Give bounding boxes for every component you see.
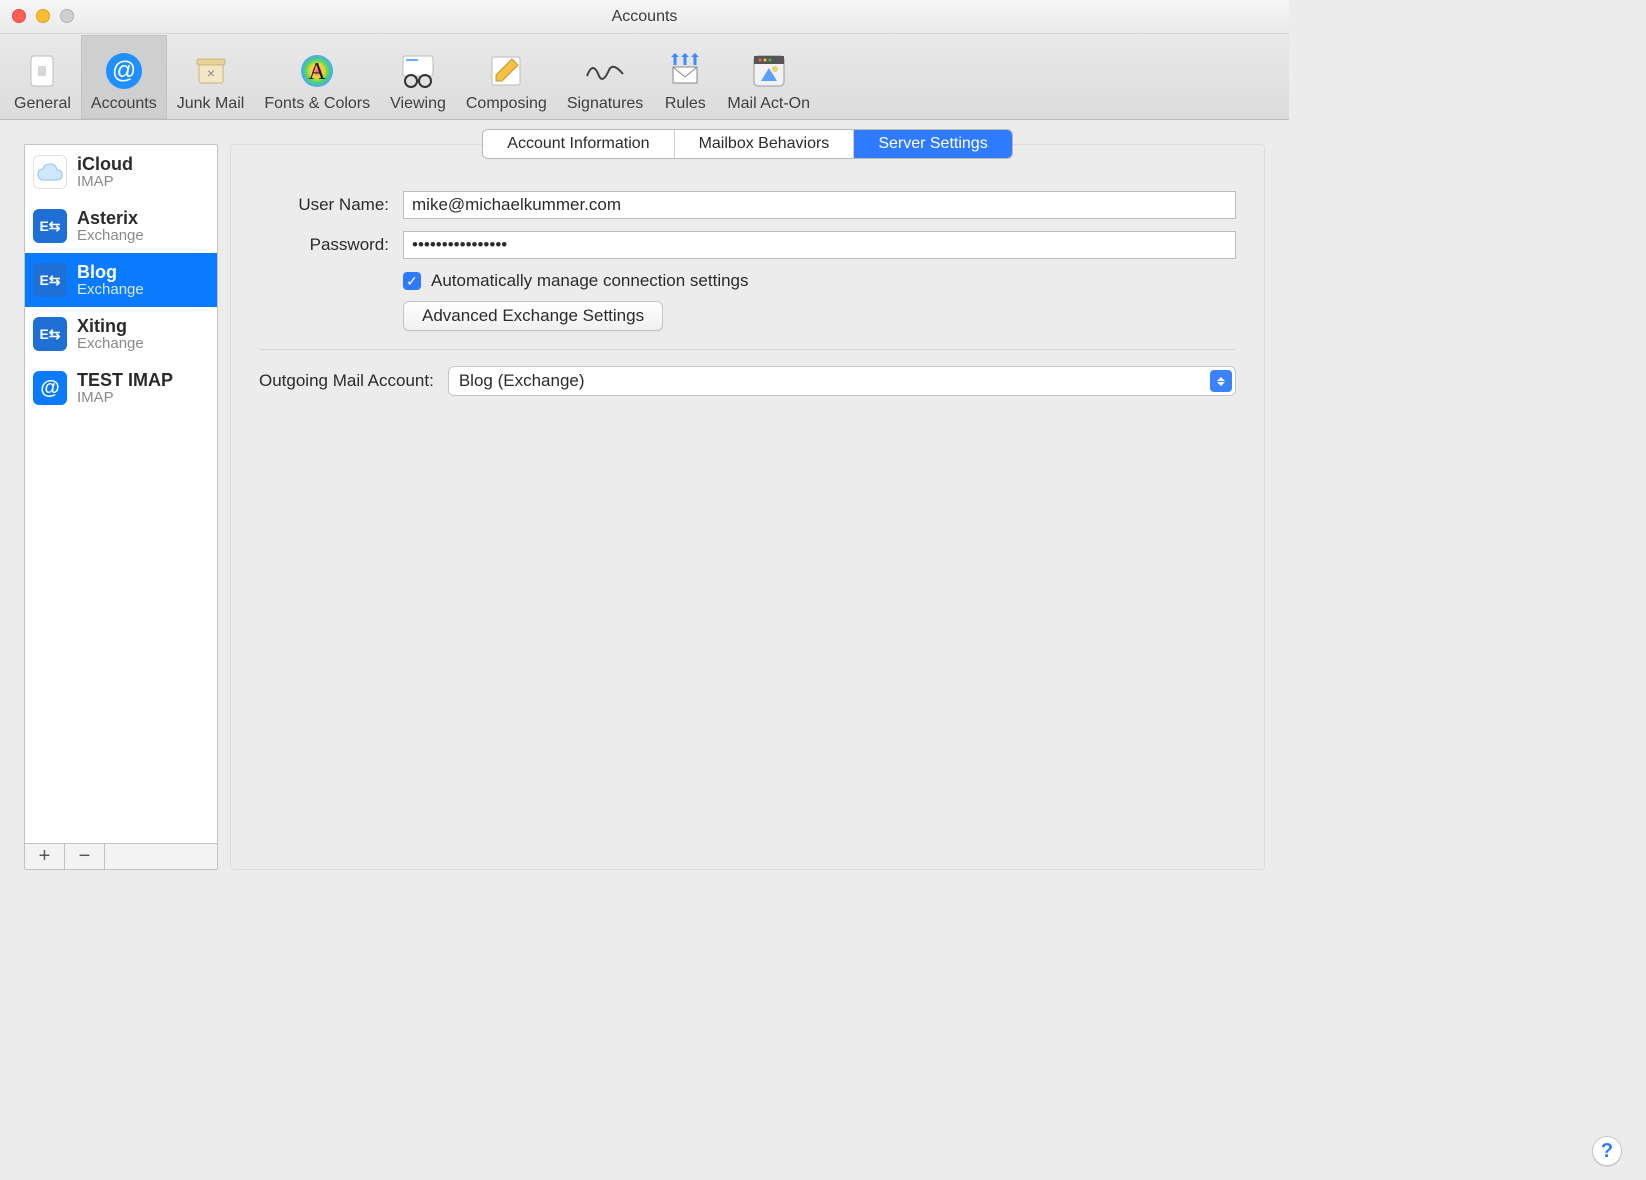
tab-mailbox-behaviors[interactable]: Mailbox Behaviors (675, 130, 855, 158)
password-label: Password: (259, 235, 403, 255)
account-row-asterix[interactable]: E⇆ Asterix Exchange (25, 199, 217, 253)
remove-account-button[interactable]: − (65, 844, 105, 869)
pencil-icon (484, 49, 528, 93)
divider (259, 349, 1236, 350)
help-button[interactable]: ? (1592, 1136, 1622, 1166)
toolbar-general[interactable]: General (4, 35, 81, 119)
outgoing-account-value: Blog (Exchange) (459, 371, 585, 391)
account-list-footer: + − (25, 843, 217, 869)
toolbar-signatures[interactable]: Signatures (557, 35, 654, 119)
outgoing-account-label: Outgoing Mail Account: (259, 371, 434, 391)
tab-server-settings[interactable]: Server Settings (854, 130, 1011, 158)
add-account-button[interactable]: + (25, 844, 65, 869)
exchange-icon: E⇆ (33, 317, 67, 351)
exchange-icon: E⇆ (33, 263, 67, 297)
mail-act-on-icon (747, 49, 791, 93)
toolbar-label: General (14, 95, 71, 113)
titlebar: Accounts (0, 0, 1289, 34)
close-icon[interactable] (12, 9, 26, 23)
toolbar-label: Composing (466, 95, 547, 113)
toolbar-label: Mail Act-On (727, 95, 810, 113)
window-title: Accounts (612, 8, 678, 26)
toolbar-label: Junk Mail (177, 95, 245, 113)
account-subtitle: Exchange (77, 282, 144, 298)
account-name: Xiting (77, 317, 144, 336)
signature-icon (583, 49, 627, 93)
account-name: TEST IMAP (77, 371, 173, 390)
account-row-blog[interactable]: E⇆ Blog Exchange (25, 253, 217, 307)
toolbar-mail-act-on[interactable]: Mail Act-On (717, 35, 820, 119)
window-controls (12, 9, 74, 23)
account-row-xiting[interactable]: E⇆ Xiting Exchange (25, 307, 217, 361)
account-subtitle: IMAP (77, 174, 133, 190)
toolbar-label: Accounts (91, 95, 157, 113)
toolbar-viewing[interactable]: Viewing (380, 35, 456, 119)
checkmark-icon: ✓ (406, 273, 418, 290)
toolbar-accounts[interactable]: @ Accounts (81, 35, 167, 119)
zoom-icon[interactable] (60, 9, 74, 23)
at-sign-icon: @ (102, 49, 146, 93)
svg-text:×: × (206, 65, 214, 81)
toolbar-composing[interactable]: Composing (456, 35, 557, 119)
svg-text:A: A (309, 59, 327, 85)
tab-account-information[interactable]: Account Information (483, 130, 674, 158)
toolbar-label: Signatures (567, 95, 644, 113)
account-name: iCloud (77, 155, 133, 174)
account-subtitle: Exchange (77, 228, 144, 244)
auto-manage-label: Automatically manage connection settings (431, 271, 749, 291)
general-icon (20, 49, 64, 93)
username-label: User Name: (259, 195, 403, 215)
glasses-icon (396, 49, 440, 93)
auto-manage-checkbox[interactable]: ✓ (403, 272, 421, 290)
advanced-exchange-settings-button[interactable]: Advanced Exchange Settings (403, 301, 663, 331)
account-row-icloud[interactable]: iCloud IMAP (25, 145, 217, 199)
rules-icon (663, 49, 707, 93)
toolbar-fonts-colors[interactable]: A Fonts & Colors (254, 35, 380, 119)
account-tabs: Account Information Mailbox Behaviors Se… (482, 129, 1012, 159)
account-detail-panel: Account Information Mailbox Behaviors Se… (230, 144, 1265, 870)
account-name: Blog (77, 263, 144, 282)
account-list: iCloud IMAP E⇆ Asterix Exchange E⇆ Blog … (24, 144, 218, 870)
svg-text:@: @ (112, 57, 136, 84)
toolbar-rules[interactable]: Rules (653, 35, 717, 119)
trash-icon: × (189, 49, 233, 93)
outgoing-account-select[interactable]: Blog (Exchange) (448, 366, 1236, 396)
preferences-toolbar: General @ Accounts × Junk Mail A Fonts &… (0, 34, 1289, 120)
toolbar-label: Viewing (390, 95, 446, 113)
imap-icon: @ (33, 371, 67, 405)
account-subtitle: IMAP (77, 390, 173, 406)
exchange-icon: E⇆ (33, 209, 67, 243)
account-subtitle: Exchange (77, 336, 144, 352)
username-input[interactable] (403, 191, 1236, 219)
account-row-test-imap[interactable]: @ TEST IMAP IMAP (25, 361, 217, 415)
password-input[interactable] (403, 231, 1236, 259)
minimize-icon[interactable] (36, 9, 50, 23)
chevron-up-down-icon (1210, 370, 1232, 392)
toolbar-label: Rules (665, 95, 706, 113)
fonts-colors-icon: A (295, 49, 339, 93)
toolbar-label: Fonts & Colors (264, 95, 370, 113)
account-name: Asterix (77, 209, 144, 228)
icloud-icon (33, 155, 67, 189)
toolbar-junk-mail[interactable]: × Junk Mail (167, 35, 255, 119)
